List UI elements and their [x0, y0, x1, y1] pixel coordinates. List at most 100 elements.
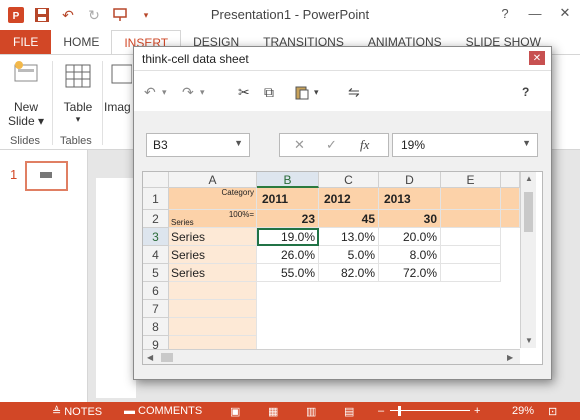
- table-cell[interactable]: [441, 210, 501, 228]
- copy-icon[interactable]: ⧉: [264, 83, 274, 101]
- tab-file[interactable]: FILE: [0, 30, 52, 54]
- column-header-c[interactable]: C: [319, 172, 379, 188]
- series-totals-label-cell[interactable]: 100%= Series: [169, 210, 257, 228]
- data-cell[interactable]: 8.0%: [379, 246, 441, 264]
- slide-thumbnail[interactable]: [25, 161, 68, 191]
- slide-sorter-icon[interactable]: ▦: [268, 405, 278, 418]
- horizontal-scrollbar[interactable]: ◀ ▶: [143, 349, 520, 364]
- column-header-d[interactable]: D: [379, 172, 441, 188]
- redo-dropdown-icon[interactable]: ▾: [200, 83, 205, 101]
- slideshow-view-icon[interactable]: ▤: [344, 405, 354, 418]
- year-cell[interactable]: 2013: [379, 188, 441, 210]
- group-label-slides: Slides: [10, 135, 40, 147]
- paste-dropdown-icon[interactable]: ▾: [314, 83, 319, 101]
- fit-slide-icon[interactable]: ⊡: [548, 405, 557, 418]
- redo-icon[interactable]: ↷: [182, 83, 194, 101]
- table-cell[interactable]: [441, 188, 501, 210]
- scroll-left-icon[interactable]: ◀: [147, 353, 153, 362]
- slide-canvas[interactable]: [96, 178, 136, 398]
- normal-view-icon[interactable]: ▣: [230, 405, 240, 418]
- zoom-slider-thumb[interactable]: [398, 406, 401, 416]
- category-label-cell[interactable]: Category: [169, 188, 257, 210]
- reading-view-icon[interactable]: ▥: [306, 405, 316, 418]
- minimize-button[interactable]: —: [520, 0, 550, 26]
- new-slide-label-line2: Slide ▾: [7, 114, 45, 128]
- year-cell[interactable]: 2011: [257, 188, 319, 210]
- select-all-corner[interactable]: [143, 172, 169, 188]
- data-cell[interactable]: 26.0%: [257, 246, 319, 264]
- close-button[interactable]: ✕: [550, 0, 580, 26]
- row-header[interactable]: 7: [143, 300, 169, 318]
- column-header-e[interactable]: E: [441, 172, 501, 188]
- row-header[interactable]: 5: [143, 264, 169, 282]
- column-header-f[interactable]: [501, 172, 520, 188]
- undo-dropdown-icon[interactable]: ▾: [162, 83, 167, 101]
- table-cell[interactable]: [501, 188, 520, 210]
- zoom-in-icon[interactable]: +: [474, 405, 480, 417]
- zoom-level[interactable]: 29%: [512, 405, 534, 417]
- series-label-cell[interactable]: Series: [169, 246, 257, 264]
- row-header[interactable]: 3: [143, 228, 169, 246]
- tab-home[interactable]: HOME: [51, 30, 111, 54]
- total-cell[interactable]: 45: [319, 210, 379, 228]
- dialog-help-icon[interactable]: ?: [522, 83, 529, 101]
- formula-value: 19%: [401, 138, 426, 152]
- help-icon[interactable]: ?: [490, 0, 520, 26]
- transpose-icon[interactable]: ⇋: [348, 83, 360, 101]
- table-cell[interactable]: [169, 282, 257, 300]
- zoom-out-icon[interactable]: –: [378, 405, 384, 417]
- insert-function-icon[interactable]: fx: [360, 137, 369, 153]
- status-bar: ≜ NOTES ▬ COMMENTS ▣ ▦ ▥ ▤ – + 29% ⊡: [0, 402, 580, 420]
- table-cell[interactable]: [169, 300, 257, 318]
- table-cell[interactable]: [441, 228, 501, 246]
- paste-icon[interactable]: [294, 83, 310, 101]
- scroll-thumb[interactable]: [524, 192, 533, 232]
- row-header[interactable]: 4: [143, 246, 169, 264]
- year-cell[interactable]: 2012: [319, 188, 379, 210]
- think-cell-data-sheet-dialog: think-cell data sheet ✕ ↶ ▾ ↷ ▾ ✂ ⧉ ▾ ⇋ …: [133, 46, 552, 380]
- cancel-formula-icon[interactable]: ✕: [294, 137, 305, 153]
- data-cell[interactable]: 20.0%: [379, 228, 441, 246]
- selected-data-cell[interactable]: 19.0%: [257, 228, 319, 246]
- column-header-b[interactable]: B: [257, 172, 319, 188]
- total-cell[interactable]: 30: [379, 210, 441, 228]
- zoom-slider[interactable]: [390, 410, 470, 411]
- vertical-scrollbar[interactable]: ▲ ▼: [520, 172, 536, 348]
- table-cell[interactable]: [441, 264, 501, 282]
- images-button[interactable]: Imag: [104, 59, 134, 114]
- scroll-down-icon[interactable]: ▼: [525, 336, 533, 345]
- row-header[interactable]: 8: [143, 318, 169, 336]
- data-cell[interactable]: 55.0%: [257, 264, 319, 282]
- new-slide-button[interactable]: New Slide ▾: [4, 59, 48, 128]
- formula-input[interactable]: 19% ▼: [392, 133, 538, 157]
- data-cell[interactable]: 72.0%: [379, 264, 441, 282]
- row-header[interactable]: 1: [143, 188, 169, 210]
- row-header[interactable]: 9: [143, 336, 169, 352]
- comments-button[interactable]: ▬ COMMENTS: [124, 405, 202, 417]
- data-cell[interactable]: 82.0%: [319, 264, 379, 282]
- scroll-thumb[interactable]: [161, 353, 173, 362]
- table-cell[interactable]: [441, 246, 501, 264]
- table-cell[interactable]: [501, 210, 520, 228]
- series-label-cell[interactable]: Series: [169, 264, 257, 282]
- dialog-close-button[interactable]: ✕: [529, 51, 545, 65]
- scroll-up-icon[interactable]: ▲: [525, 174, 533, 183]
- table-cell[interactable]: [169, 336, 257, 350]
- series-label-cell[interactable]: Series: [169, 228, 257, 246]
- scroll-right-icon[interactable]: ▶: [507, 353, 513, 362]
- cell-reference-box[interactable]: B3 ▼: [146, 133, 250, 157]
- data-cell[interactable]: 13.0%: [319, 228, 379, 246]
- undo-icon[interactable]: ↶: [144, 83, 156, 101]
- notes-icon: ≜: [52, 406, 62, 418]
- table-cell[interactable]: [169, 318, 257, 336]
- accept-formula-icon[interactable]: ✓: [326, 137, 337, 153]
- column-header-a[interactable]: A: [169, 172, 257, 188]
- cut-icon[interactable]: ✂: [238, 83, 250, 101]
- comment-icon: ▬: [124, 405, 135, 417]
- row-header[interactable]: 2: [143, 210, 169, 228]
- row-header[interactable]: 6: [143, 282, 169, 300]
- notes-button[interactable]: ≜ NOTES: [52, 405, 102, 419]
- data-cell[interactable]: 5.0%: [319, 246, 379, 264]
- total-cell[interactable]: 23: [257, 210, 319, 228]
- table-button[interactable]: Table ▾: [56, 59, 100, 125]
